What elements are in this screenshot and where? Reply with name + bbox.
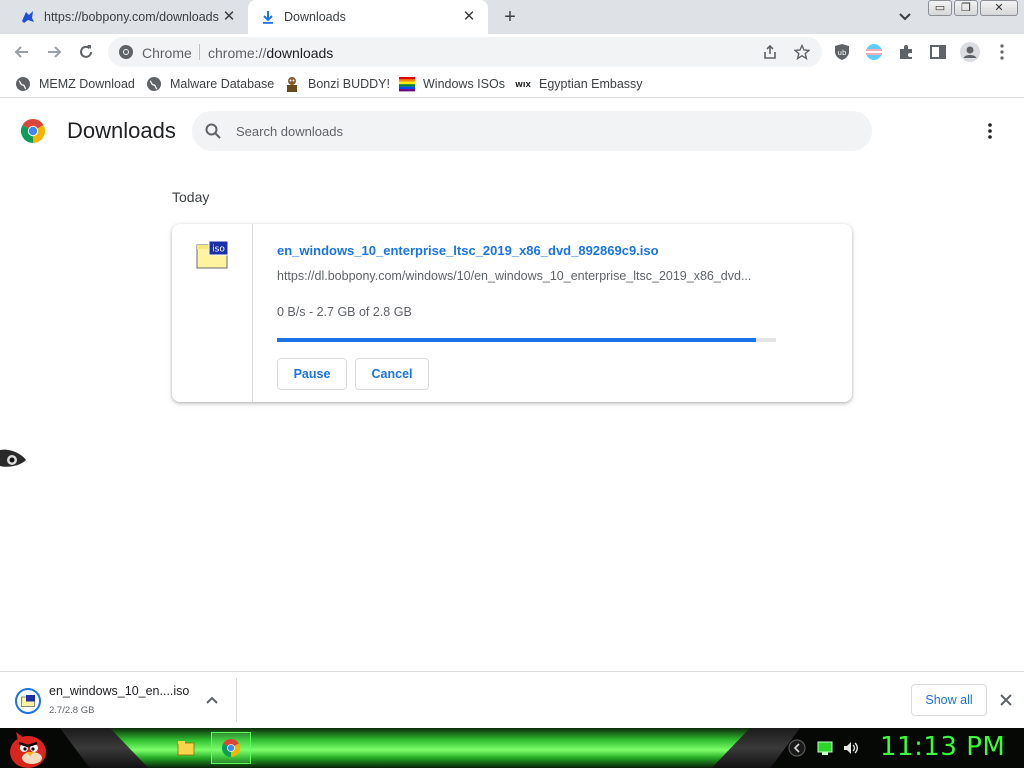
volume-icon[interactable] — [842, 740, 860, 756]
date-header: Today — [172, 189, 210, 205]
chevron-down-icon[interactable] — [894, 8, 916, 26]
chevron-up-icon[interactable] — [203, 692, 221, 710]
bobpony-favicon-icon — [22, 11, 34, 23]
bookmark-bonzi-buddy[interactable]: Bonzi BUDDY! — [284, 75, 390, 93]
taskbar: 11:13 PM — [0, 728, 1024, 768]
download-icon — [263, 11, 273, 24]
tab-close-icon[interactable]: ✕ — [460, 8, 478, 26]
bookmark-label: Bonzi BUDDY! — [308, 77, 390, 91]
file-icon-column: iso — [172, 224, 253, 402]
star-icon[interactable] — [794, 44, 810, 60]
taskbar-clock[interactable]: 11:13 PM — [880, 732, 1005, 762]
toolbar: Chrome chrome://downloads ub — [0, 34, 1024, 70]
share-icon[interactable] — [762, 44, 778, 60]
svg-text:iso: iso — [212, 245, 225, 255]
url-text: chrome://downloads — [208, 45, 334, 61]
page-title: Downloads — [67, 118, 176, 143]
tab-strip: https://bobpony.com/downloads ✕ Download… — [0, 0, 1024, 34]
back-button[interactable] — [10, 40, 34, 64]
angry-bird-start-icon[interactable] — [4, 728, 50, 768]
bookmark-windows-isos[interactable]: Windows ISOs — [399, 75, 505, 93]
tray-expand-icon[interactable] — [786, 738, 808, 758]
profile-avatar-icon[interactable] — [960, 42, 980, 62]
forward-button[interactable] — [42, 40, 66, 64]
tab-bobpony[interactable]: https://bobpony.com/downloads ✕ — [8, 0, 248, 34]
reload-button[interactable] — [74, 40, 98, 64]
windows-flag-icon — [399, 77, 415, 92]
system-tray — [786, 738, 860, 758]
download-progress-fill — [277, 338, 757, 342]
tab-close-icon[interactable]: ✕ — [220, 8, 238, 26]
chrome-menu-icon[interactable] — [992, 42, 1012, 62]
close-window-button[interactable]: ✕ — [980, 0, 1018, 16]
eye-cursor-icon — [0, 449, 26, 467]
bookmark-label: MEMZ Download — [39, 77, 135, 91]
arrow-right-icon — [48, 46, 62, 58]
shelf-divider — [236, 678, 237, 722]
wix-icon: WIX — [515, 81, 531, 89]
pause-button[interactable]: Pause — [277, 358, 347, 390]
more-actions-icon[interactable] — [980, 121, 1000, 141]
taskbar-chrome[interactable] — [211, 732, 251, 764]
download-card: iso en_windows_10_enterprise_ltsc_2019_x… — [172, 224, 852, 402]
chrome-logo-icon — [21, 119, 45, 143]
bookmark-label: Egyptian Embassy — [539, 77, 643, 91]
iso-file-icon — [21, 695, 35, 707]
chrome-icon — [222, 739, 240, 757]
show-all-button[interactable]: Show all — [911, 684, 987, 716]
folder-icon — [177, 741, 195, 756]
search-box — [192, 111, 872, 151]
arrow-left-icon — [14, 46, 28, 58]
file-name-link[interactable]: en_windows_10_enterprise_ltsc_2019_x86_d… — [277, 243, 659, 258]
reload-icon — [80, 45, 92, 58]
minimize-button[interactable]: ▭ — [928, 0, 952, 16]
taskbar-explorer[interactable] — [166, 732, 206, 764]
bookmark-label: Windows ISOs — [423, 77, 505, 91]
ublock-extension-icon[interactable]: ub — [832, 42, 852, 62]
address-bar[interactable]: Chrome chrome://downloads — [108, 37, 822, 67]
tab-downloads[interactable]: Downloads ✕ — [248, 0, 488, 34]
iso-file-icon: iso — [196, 240, 229, 269]
network-icon[interactable] — [816, 740, 834, 756]
download-status: 0 B/s - 2.7 GB of 2.8 GB — [277, 305, 412, 319]
search-input[interactable] — [236, 111, 836, 151]
window-controls: ▭ ❐ ✕ — [928, 0, 1018, 16]
downloads-header: Downloads — [0, 99, 1024, 163]
search-icon — [205, 123, 221, 139]
shelf-progress-ring[interactable] — [15, 688, 41, 714]
shelf-file-size: 2.7/2.8 GB — [49, 705, 95, 716]
restore-button[interactable]: ❐ — [954, 0, 978, 16]
shelf-file-name[interactable]: en_windows_10_en....iso — [49, 684, 189, 698]
globe-icon — [147, 77, 161, 91]
cancel-button[interactable]: Cancel — [355, 358, 429, 390]
tab-title: https://bobpony.com/downloads — [44, 10, 219, 24]
close-icon[interactable] — [997, 691, 1015, 709]
download-shelf: en_windows_10_en....iso 2.7/2.8 GB Show … — [0, 671, 1024, 728]
svg-text:WIX: WIX — [515, 81, 531, 89]
bonzi-icon — [287, 77, 297, 92]
site-name: Chrome — [142, 45, 192, 61]
globe-icon — [16, 77, 30, 91]
bookmark-memz[interactable]: MEMZ Download — [15, 75, 135, 93]
bookmark-label: Malware Database — [170, 77, 275, 91]
new-tab-button[interactable]: + — [498, 5, 522, 29]
flag-extension-icon[interactable] — [864, 42, 884, 62]
file-source-url[interactable]: https://dl.bobpony.com/windows/10/en_win… — [277, 269, 777, 283]
bookmarks-bar: MEMZ Download Malware Database Bonzi BUD… — [0, 70, 1024, 98]
taskbar-glow — [110, 728, 750, 768]
svg-text:ub: ub — [838, 49, 847, 57]
download-progress-bar — [277, 338, 776, 342]
puzzle-extensions-icon[interactable] — [896, 42, 916, 62]
omnibox-divider — [199, 44, 200, 60]
chrome-icon — [119, 45, 133, 59]
tab-title: Downloads — [284, 10, 346, 24]
side-panel-icon[interactable] — [928, 42, 948, 62]
bookmark-malware-database[interactable]: Malware Database — [146, 75, 274, 93]
bookmark-egyptian-embassy[interactable]: WIX Egyptian Embassy — [515, 75, 643, 93]
